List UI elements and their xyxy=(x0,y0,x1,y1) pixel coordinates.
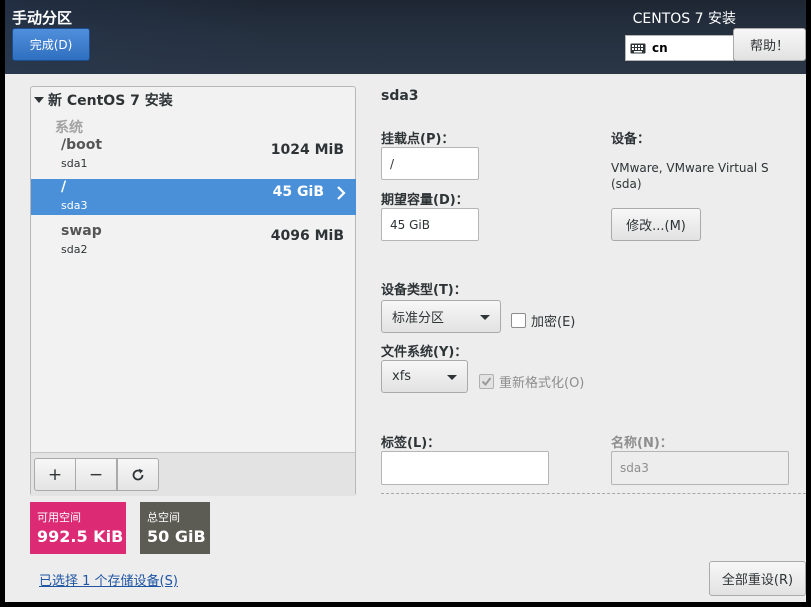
available-space-label: 可用空间 xyxy=(37,511,81,524)
device-type-value: 标准分区 xyxy=(392,311,445,326)
mount-toolbar: + − xyxy=(31,452,355,496)
size-label: 45 GiB xyxy=(272,184,324,200)
keyboard-icon xyxy=(630,43,646,53)
filesystem-field-label: 文件系统(Y)： xyxy=(381,345,468,360)
mount-point-list-panel: 新 CentOS 7 安装 系统 /boot sda1 1024 MiB / s… xyxy=(30,86,356,496)
encrypt-checkbox[interactable]: 加密(E) xyxy=(511,311,575,330)
mount-row-boot[interactable]: /boot sda1 1024 MiB xyxy=(31,137,356,173)
modify-device-button[interactable]: 修改...(M) xyxy=(611,208,701,241)
mount-point-label: swap xyxy=(61,223,102,239)
mount-point-label: /boot xyxy=(61,137,103,153)
total-space-value: 50 GiB xyxy=(147,527,206,546)
mount-point-input[interactable]: / xyxy=(381,147,479,180)
reformat-checkbox[interactable]: 重新格式化(O) xyxy=(479,372,584,391)
device-heading: 设备： xyxy=(611,132,651,147)
device-id: (sda) xyxy=(611,177,642,191)
name-input[interactable]: sda3 xyxy=(611,451,789,485)
device-label: sda2 xyxy=(61,243,88,256)
installation-title: 新 CentOS 7 安装 xyxy=(48,93,173,109)
mount-row-swap[interactable]: swap sda2 4096 MiB xyxy=(31,223,356,259)
device-type-field-label: 设备类型(T)： xyxy=(381,283,467,298)
selected-storage-devices-link[interactable]: 已选择 1 个存储设备(S) xyxy=(39,570,178,589)
reload-icon xyxy=(132,468,144,480)
product-title: CENTOS 7 安装 xyxy=(632,11,736,27)
capacity-field-label: 期望容量(D)： xyxy=(381,193,469,208)
size-label: 1024 MiB xyxy=(270,142,344,158)
tag-field-label: 标签(L)： xyxy=(381,436,441,451)
encrypt-label: 加密(E) xyxy=(531,315,576,330)
available-space-value: 992.5 KiB xyxy=(37,527,124,546)
device-label: sda3 xyxy=(61,199,88,212)
installation-group-header[interactable]: 新 CentOS 7 安装 xyxy=(34,90,173,110)
total-space-box: 总空间 50 GiB xyxy=(140,502,210,554)
detail-device-title: sda3 xyxy=(381,88,419,104)
device-type-select[interactable]: 标准分区 xyxy=(381,300,501,333)
keyboard-layout-label: cn xyxy=(652,41,668,55)
chevron-down-icon xyxy=(480,315,490,320)
mount-point-label: / xyxy=(61,179,67,195)
mount-point-field-label: 挂载点(P)： xyxy=(381,132,455,147)
filesystem-value: xfs xyxy=(392,369,412,384)
device-label: sda1 xyxy=(61,157,88,170)
device-description: VMware, VMware Virtual S (sda) xyxy=(611,160,781,192)
desired-capacity-input[interactable]: 45 GiB xyxy=(381,208,479,241)
add-mount-point-button[interactable]: + xyxy=(34,458,76,491)
device-name: VMware, VMware Virtual S xyxy=(611,161,769,175)
reset-all-button[interactable]: 全部重设(R) xyxy=(709,561,806,596)
triangle-down-icon xyxy=(34,97,44,103)
size-label: 4096 MiB xyxy=(270,228,344,244)
done-button[interactable]: 完成(D) xyxy=(12,28,90,61)
remove-mount-point-button[interactable]: − xyxy=(75,458,117,491)
reload-button[interactable] xyxy=(117,458,159,491)
page-title: 手动分区 xyxy=(12,9,73,27)
filesystem-select[interactable]: xfs xyxy=(381,360,468,393)
reformat-label: 重新格式化(O) xyxy=(499,376,585,391)
checkbox-box xyxy=(511,313,526,328)
mount-row-root[interactable]: / sda3 45 GiB xyxy=(31,179,356,215)
header-bar: 手动分区 完成(D) CENTOS 7 安装 cn 帮助！ xyxy=(5,0,806,74)
keyboard-layout-indicator[interactable]: cn xyxy=(625,35,734,61)
help-button[interactable]: 帮助！ xyxy=(733,28,806,61)
checkbox-box xyxy=(479,374,494,389)
dashed-separator xyxy=(381,493,806,494)
group-label-system: 系统 xyxy=(55,120,83,136)
checkmark-icon xyxy=(481,377,492,387)
name-field-label: 名称(N)： xyxy=(611,436,673,451)
installer-window: 手动分区 完成(D) CENTOS 7 安装 cn 帮助！ 新 CentOS 7… xyxy=(5,0,806,602)
chevron-down-icon xyxy=(447,375,457,380)
chevron-right-icon xyxy=(337,186,346,200)
tag-input[interactable] xyxy=(381,451,549,485)
available-space-box: 可用空间 992.5 KiB xyxy=(30,502,126,554)
total-space-label: 总空间 xyxy=(147,511,180,524)
